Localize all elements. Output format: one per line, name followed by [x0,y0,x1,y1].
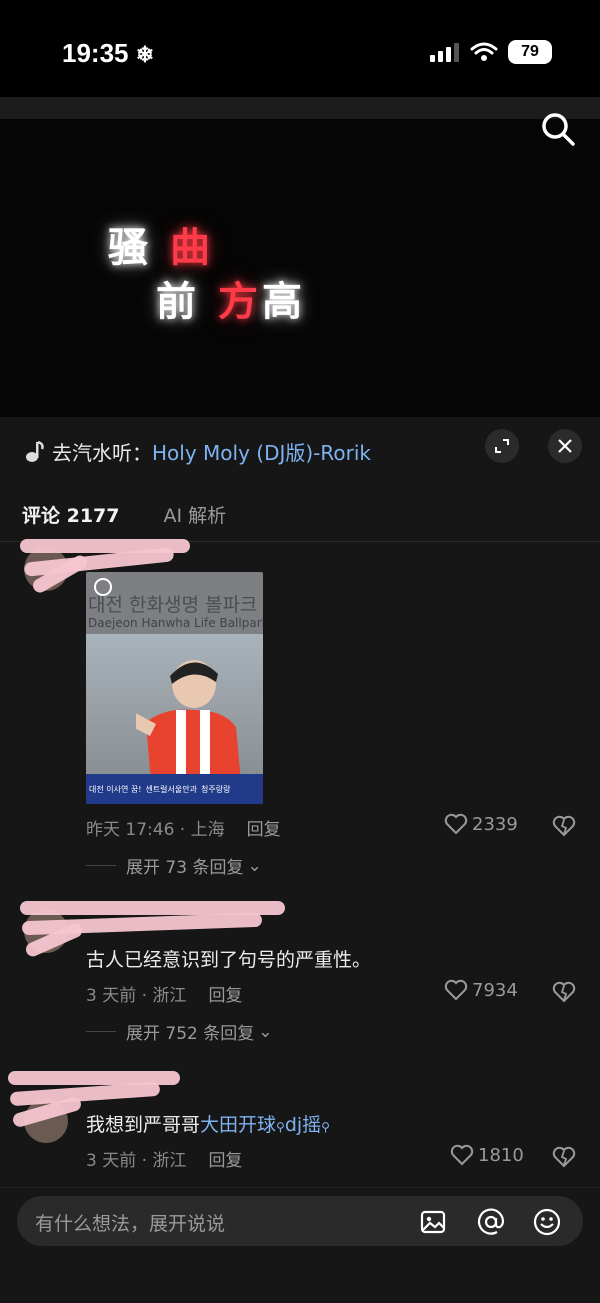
chevron-down-icon: ⌄ [247,855,262,876]
battery-indicator: 79 [508,40,552,64]
wifi-icon [470,42,498,61]
dislike-icon[interactable] [552,815,576,837]
like-button[interactable]: 1810 [450,1144,524,1166]
heart-icon [444,979,468,1001]
comment-text: 古人已经意识到了句号的严重性。 [86,949,372,971]
comment-meta: 3 天前 · 浙江 回复 [86,981,242,1006]
heart-icon [444,813,468,835]
expand-panel-button[interactable] [485,429,519,463]
image-icon[interactable] [419,1208,447,1236]
comment-image[interactable]: 대전 한화생명 볼파크 Daejeon Hanwha Life Ballpark… [86,572,263,804]
search-icon: ⚲ [321,1120,330,1134]
close-icon [558,439,572,453]
comment-tabs: 评论 2177 AI 解析 [22,501,226,528]
hashtag-link[interactable]: dj摇 [285,1114,321,1136]
reply-button[interactable]: 回复 [247,815,281,840]
reply-button[interactable]: 回复 [208,1146,242,1171]
image-sign: 대전 한화생명 볼파크 Daejeon Hanwha Life Ballpark [86,572,263,634]
redaction-scribble [9,1081,161,1107]
search-icon[interactable] [540,111,576,147]
comment-meta: 昨天 17:46 · 上海 回复 [86,815,281,840]
hashtag-link[interactable]: 大田开球 [200,1114,276,1136]
comment-time: 3 天前 · 浙江 [86,986,187,1006]
comment-input[interactable]: 有什么想法，展开说说 [17,1196,583,1246]
image-banner: 대전 이사연 꿈! 센트럴서울안과 청주랑랑 [86,774,263,804]
at-mention-icon[interactable] [477,1208,505,1236]
search-icon: ⚲ [276,1120,285,1134]
music-note-icon [26,440,44,462]
like-button[interactable]: 7934 [444,979,518,1001]
comment-input-bar: 有什么想法，展开说说 [0,1187,600,1303]
video-top-band [0,97,600,119]
status-icons: 79 [430,40,552,64]
comment-time: 3 天前 · 浙江 [86,1151,187,1171]
like-count: 7934 [472,979,518,1001]
tab-ai-analysis[interactable]: AI 解析 [164,501,227,528]
tab-comments[interactable]: 评论 2177 [22,501,120,528]
live-photo-icon [94,578,112,596]
comment-time: 昨天 17:46 · 上海 [86,820,225,840]
expand-replies[interactable]: 展开 752 条回复 ⌄ [86,1019,273,1044]
like-button[interactable]: 2339 [444,813,518,835]
emoji-icon[interactable] [533,1208,561,1236]
signal-icon [430,43,459,62]
person-figure [136,660,241,782]
music-source-link[interactable]: 去汽水听： Holy Moly (DJ版)-Rorik [24,437,371,466]
reply-button[interactable]: 回复 [208,981,242,1006]
dislike-icon[interactable] [552,981,576,1003]
chevron-down-icon: ⌄ [258,1021,273,1042]
status-time: 19:35 ❄ [62,38,155,68]
song-title[interactable]: Holy Moly (DJ版)-Rorik [152,437,371,466]
lyric-line-2: 前 方高 [156,278,306,325]
expand-replies[interactable]: 展开 73 条回复 ⌄ [86,853,262,878]
lyric-line-1: 骚 曲 [108,224,214,271]
comment-meta: 3 天前 · 浙江 回复 [86,1146,242,1171]
close-button[interactable] [548,429,582,463]
video-player[interactable]: 骚 曲 前 方高 [0,97,600,417]
dislike-icon[interactable] [552,1146,576,1168]
comment-panel: 去汽水听： Holy Moly (DJ版)-Rorik 评论 2177 AI 解… [0,417,600,1303]
expand-icon [495,439,509,453]
comment-text: 我想到严哥哥大田开球⚲dj摇⚲ [86,1114,330,1136]
input-placeholder: 有什么想法，展开说说 [35,1213,226,1235]
like-count: 1810 [478,1144,524,1166]
heart-icon [450,1144,474,1166]
like-count: 2339 [472,813,518,835]
source-prefix: 去汽水听： [52,441,152,465]
status-bar: 19:35 ❄ 79 [0,0,600,97]
